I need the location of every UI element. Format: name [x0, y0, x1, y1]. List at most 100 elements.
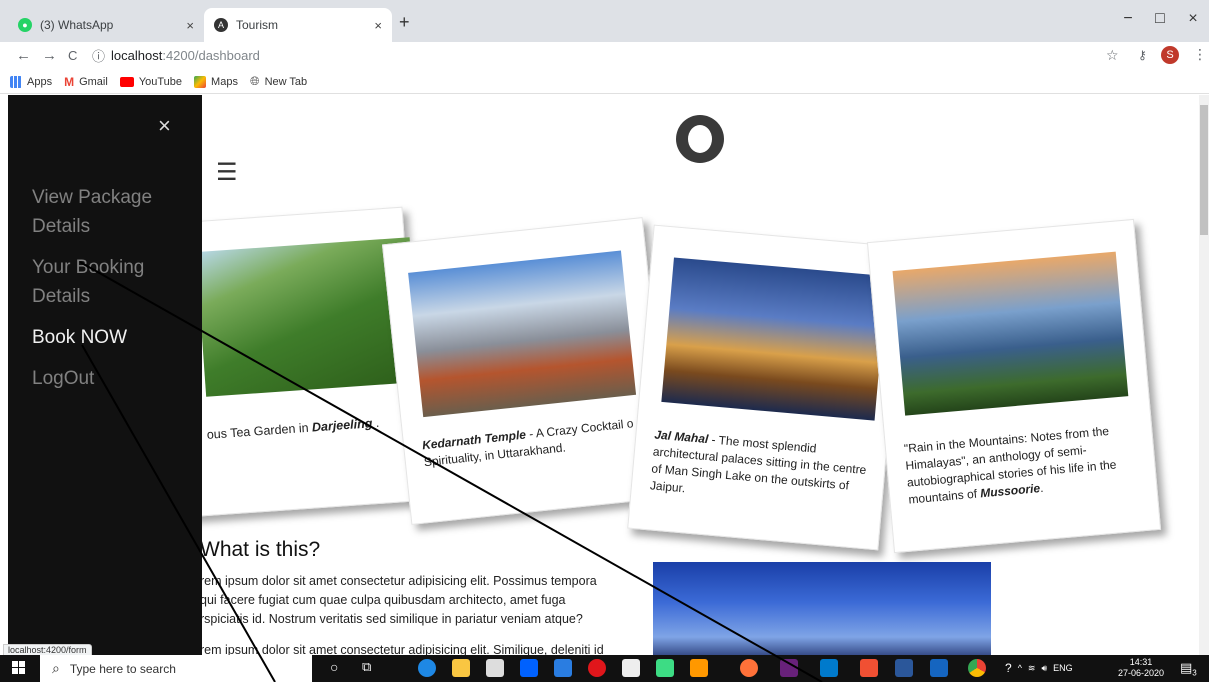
- network-icon[interactable]: ≋: [1028, 663, 1036, 674]
- bookmark-new-tab[interactable]: 🌐︎ New Tab: [250, 74, 307, 89]
- bookmark-label: YouTube: [138, 75, 183, 88]
- edge-icon[interactable]: [418, 659, 436, 677]
- kedarnath-temple-image: [408, 250, 637, 418]
- notifications-icon[interactable]: ▤3: [1180, 660, 1197, 678]
- new-tab-button[interactable]: +: [399, 12, 410, 33]
- card-caption: ous Tea Garden in Darjeeling .: [206, 415, 380, 442]
- git-icon[interactable]: [860, 659, 878, 677]
- key-icon[interactable]: ⚷: [1138, 48, 1147, 62]
- close-window-button[interactable]: ×: [1183, 10, 1203, 28]
- whatsapp-icon: ●: [18, 18, 32, 32]
- apps-grid-icon: [10, 75, 22, 88]
- bookmark-label: Gmail: [79, 75, 108, 88]
- page-viewport: ☰ ous Tea Garden in Darjeeling . Kedarna…: [0, 95, 1209, 655]
- mussoorie-mountains-image: [892, 251, 1129, 416]
- avatar[interactable]: S: [1161, 46, 1179, 64]
- volume-icon[interactable]: 🔊︎: [1041, 663, 1047, 674]
- bookmark-label: New Tab: [264, 75, 308, 88]
- word-icon[interactable]: [895, 659, 913, 677]
- body-paragraph: qui facere fugiat cum quae culpa quibusd…: [200, 593, 566, 607]
- card-jal-mahal: Jal Mahal - The most splendid architectu…: [627, 224, 905, 551]
- info-icon[interactable]: ⓘ: [92, 46, 105, 65]
- chrome-icon[interactable]: [968, 659, 986, 677]
- taskbar: ⌕ Type here to search ○ ⧉ ? ^ ≋ 🔊︎ ENG 1…: [0, 655, 1209, 682]
- star-icon[interactable]: ☆: [1106, 47, 1119, 64]
- card-caption: "Rain in the Mountains: Notes from the H…: [903, 423, 1117, 507]
- nav-view-package-details[interactable]: View Package Details: [32, 183, 202, 241]
- dropbox-icon[interactable]: [520, 659, 538, 677]
- store-icon[interactable]: [486, 659, 504, 677]
- site-logo: [676, 115, 724, 163]
- minimize-button[interactable]: −: [1118, 10, 1138, 28]
- taskbar-search[interactable]: ⌕ Type here to search: [40, 655, 312, 682]
- clock-date: 27-06-2020: [1118, 668, 1165, 678]
- task-view-icon[interactable]: ⧉: [362, 659, 371, 675]
- card-caption: Kedarnath Temple - A Crazy Cocktail o Sp…: [421, 416, 635, 470]
- body-paragraph: rem ipsum dolor sit amet consectetur adi…: [200, 643, 604, 655]
- nav-your-booking-details[interactable]: Your Booking Details: [32, 253, 202, 311]
- cortana-icon[interactable]: ○: [330, 659, 338, 675]
- tab-label: (3) WhatsApp: [40, 18, 114, 32]
- angular-icon: A: [214, 18, 228, 32]
- body-paragraph: rspiciatis id. Nostrum veritatis sed sim…: [200, 612, 583, 626]
- section-title: What is this?: [200, 538, 321, 561]
- card-kedarnath: Kedarnath Temple - A Crazy Cocktail o Sp…: [381, 217, 673, 525]
- system-tray: ? ^ ≋ 🔊︎ ENG: [1005, 661, 1073, 675]
- windows-start-icon[interactable]: [12, 661, 26, 675]
- firefox-icon[interactable]: [740, 659, 758, 677]
- language-indicator[interactable]: ENG: [1053, 663, 1073, 673]
- app-icon[interactable]: [930, 659, 948, 677]
- forward-icon[interactable]: →: [42, 47, 57, 64]
- search-placeholder: Type here to search: [69, 661, 176, 676]
- maps-icon: [194, 75, 207, 88]
- clock[interactable]: 14:31 27-06-2020: [1118, 657, 1164, 679]
- tab-whatsapp[interactable]: ● (3) WhatsApp ×: [8, 8, 204, 42]
- vscode-icon[interactable]: [820, 659, 838, 677]
- nav-book-now[interactable]: Book NOW: [32, 323, 202, 352]
- bookmarks-bar: Apps M Gmail YouTube Maps 🌐︎ New Tab: [0, 70, 1209, 94]
- menu-dots-icon[interactable]: ⋮: [1193, 46, 1207, 63]
- android-studio-icon[interactable]: [656, 659, 674, 677]
- hamburger-menu-icon[interactable]: ☰: [216, 158, 238, 187]
- youtube-icon: [119, 76, 134, 87]
- help-icon[interactable]: ?: [1005, 661, 1012, 675]
- tab-bar: ● (3) WhatsApp × A Tourism × + − □ ×: [0, 0, 1209, 42]
- sublime-icon[interactable]: [690, 659, 708, 677]
- sky-banner-image: [653, 562, 991, 655]
- globe-icon: 🌐︎: [249, 74, 260, 88]
- nav-logout[interactable]: LogOut: [32, 364, 202, 393]
- url-field[interactable]: ⓘ localhost:4200/dashboard: [92, 46, 260, 65]
- back-icon[interactable]: ←: [16, 47, 31, 64]
- mail-icon[interactable]: [554, 659, 572, 677]
- search-icon: ⌕: [52, 660, 60, 676]
- visual-studio-icon[interactable]: [780, 659, 798, 677]
- bookmark-youtube[interactable]: YouTube: [119, 75, 183, 88]
- bookmark-apps[interactable]: Apps: [10, 75, 53, 88]
- bookmark-label: Maps: [211, 75, 238, 88]
- gmail-icon: M: [64, 74, 75, 89]
- sidenav: × View Package Details Your Booking Deta…: [8, 95, 202, 655]
- notification-count: 3: [1192, 668, 1197, 678]
- card-caption: Jal Mahal - The most splendid architectu…: [649, 427, 867, 496]
- opera-icon[interactable]: [588, 659, 606, 677]
- close-tab-icon[interactable]: ×: [374, 18, 382, 33]
- file-explorer-icon[interactable]: [452, 659, 470, 677]
- close-tab-icon[interactable]: ×: [186, 18, 194, 33]
- reload-icon[interactable]: C: [68, 48, 77, 63]
- scrollbar-thumb[interactable]: [1200, 105, 1208, 235]
- chevron-up-icon[interactable]: ^: [1018, 663, 1022, 673]
- jal-mahal-image: [661, 257, 888, 421]
- clock-time: 14:31: [1129, 657, 1153, 667]
- bookmark-label: Apps: [27, 75, 53, 88]
- bookmark-gmail[interactable]: M Gmail: [64, 75, 108, 89]
- notepad-icon[interactable]: [622, 659, 640, 677]
- tab-tourism[interactable]: A Tourism ×: [204, 8, 392, 42]
- address-bar: ← → C ⓘ localhost:4200/dashboard ☆ ⚷ S ⋮: [0, 42, 1209, 70]
- tab-label: Tourism: [236, 18, 279, 32]
- url-path: :4200/dashboard: [162, 48, 260, 63]
- maximize-button[interactable]: □: [1150, 10, 1170, 28]
- card-mussoorie: "Rain in the Mountains: Notes from the H…: [866, 218, 1162, 554]
- url-host: localhost: [111, 48, 163, 63]
- close-sidenav-icon[interactable]: ×: [158, 113, 171, 139]
- bookmark-maps[interactable]: Maps: [194, 75, 238, 88]
